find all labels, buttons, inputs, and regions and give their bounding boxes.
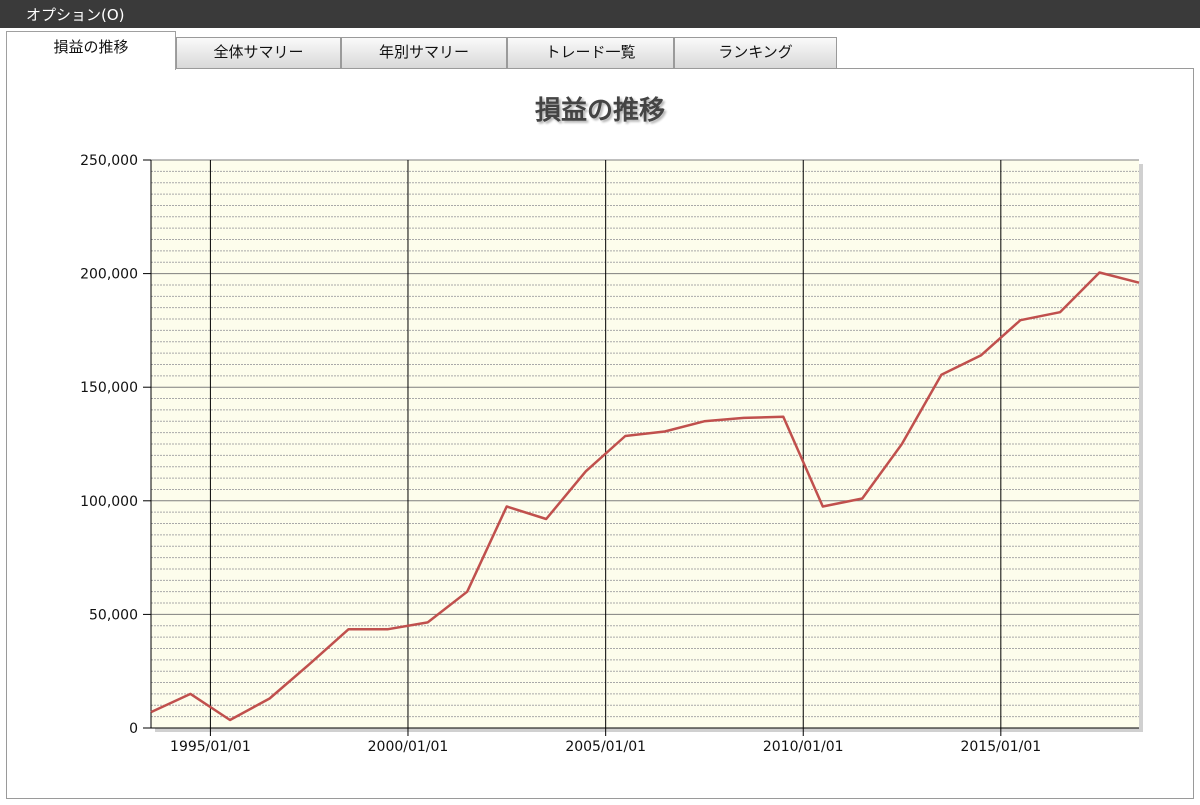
y-tick-label: 200,000 — [80, 267, 138, 283]
x-tick-label: 2005/01/01 — [565, 739, 646, 755]
profit-line-chart: 0 50,000 100,000 150,000 200,000 250,000 1995/… — [80, 153, 1143, 755]
x-tick-label: 2000/01/01 — [368, 739, 449, 755]
y-tick-label: 100,000 — [80, 494, 138, 510]
tab-profit-trend[interactable]: 損益の推移 — [6, 31, 176, 70]
y-tick-label: 150,000 — [80, 380, 138, 396]
y-tick-label: 0 — [129, 721, 138, 737]
y-tick-label: 250,000 — [80, 153, 138, 169]
x-tick-label: 2010/01/01 — [763, 739, 844, 755]
y-tick-label: 50,000 — [89, 607, 138, 623]
x-tick-label: 1995/01/01 — [170, 739, 251, 755]
x-tick-label: 2015/01/01 — [960, 739, 1041, 755]
